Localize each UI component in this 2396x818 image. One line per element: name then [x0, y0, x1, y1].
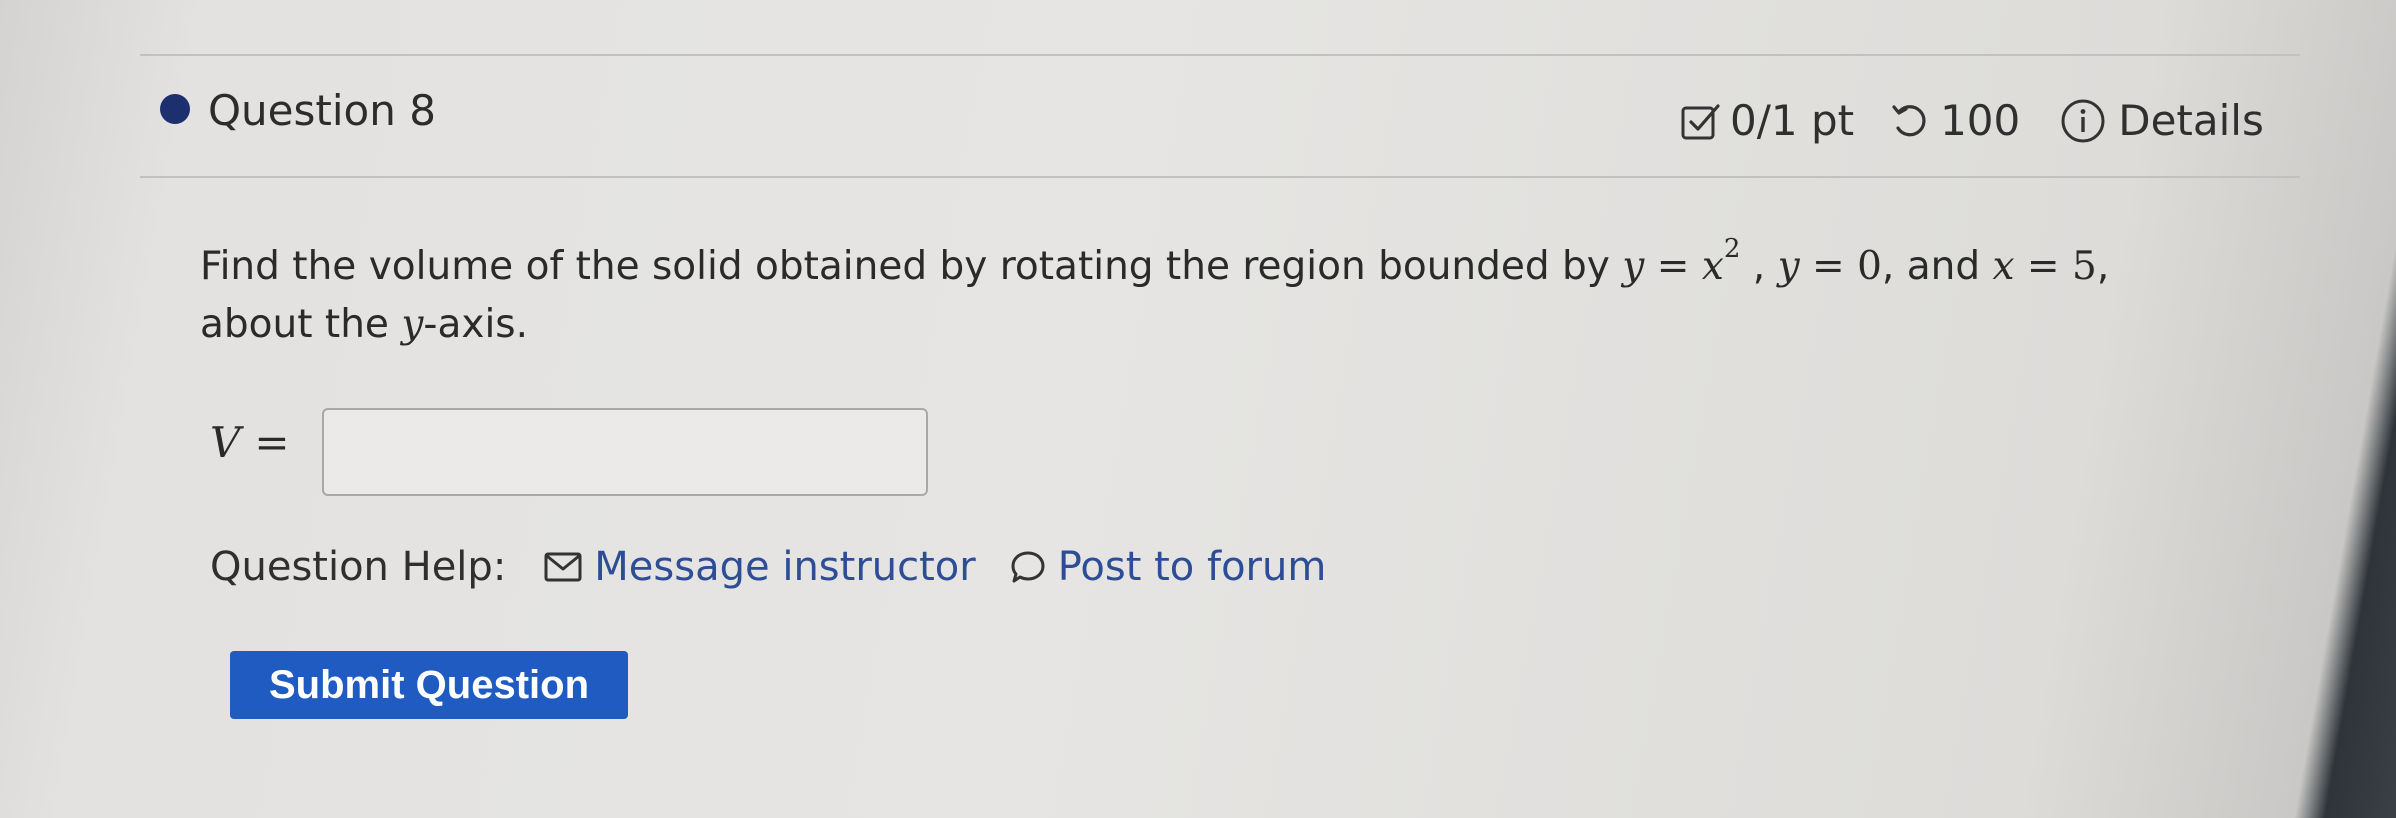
- assessment-page: Question 8 0/1 pt 100 Details Find the v…: [0, 0, 2310, 818]
- retries-value: 100: [1940, 96, 2021, 145]
- speech-bubble-icon: [1010, 549, 1046, 585]
- equation-1: y = x2: [1622, 234, 1741, 289]
- question-bullet-icon: [160, 94, 190, 124]
- points-checkbox-icon: [1680, 100, 1722, 142]
- equation-3: x = 5: [1992, 244, 2097, 289]
- prompt-lead: Find the volume of the solid obtained by…: [200, 244, 1610, 289]
- question-title: Question 8: [208, 86, 436, 135]
- retries-undo-icon: [1890, 101, 1930, 141]
- question-help-label: Question Help:: [210, 544, 507, 590]
- prompt-line-1: Find the volume of the solid obtained by…: [200, 234, 2110, 289]
- question-help: Question Help: Message instructor Post t…: [210, 544, 1326, 590]
- message-instructor-link[interactable]: Message instructor: [544, 544, 976, 590]
- top-divider: [140, 54, 2300, 56]
- header-divider: [140, 176, 2300, 178]
- answer-input[interactable]: [322, 408, 928, 496]
- question-meta: 0/1 pt 100 Details: [1680, 96, 2264, 145]
- envelope-icon: [544, 552, 582, 582]
- points-value: 0/1 pt: [1730, 96, 1855, 145]
- details-link[interactable]: Details: [2118, 96, 2264, 145]
- prompt-joiner: and: [1906, 244, 1981, 289]
- equation-2: y = 0: [1777, 244, 1882, 289]
- prompt-line-2: about the y-axis.: [200, 302, 528, 347]
- post-to-forum-link[interactable]: Post to forum: [1010, 544, 1326, 590]
- axis-variable: y: [401, 302, 424, 347]
- question-prompt: Find the volume of the solid obtained by…: [200, 234, 2110, 354]
- details-info-icon[interactable]: [2060, 98, 2106, 144]
- answer-label: V =: [210, 418, 290, 467]
- submit-question-button[interactable]: Submit Question: [230, 651, 628, 719]
